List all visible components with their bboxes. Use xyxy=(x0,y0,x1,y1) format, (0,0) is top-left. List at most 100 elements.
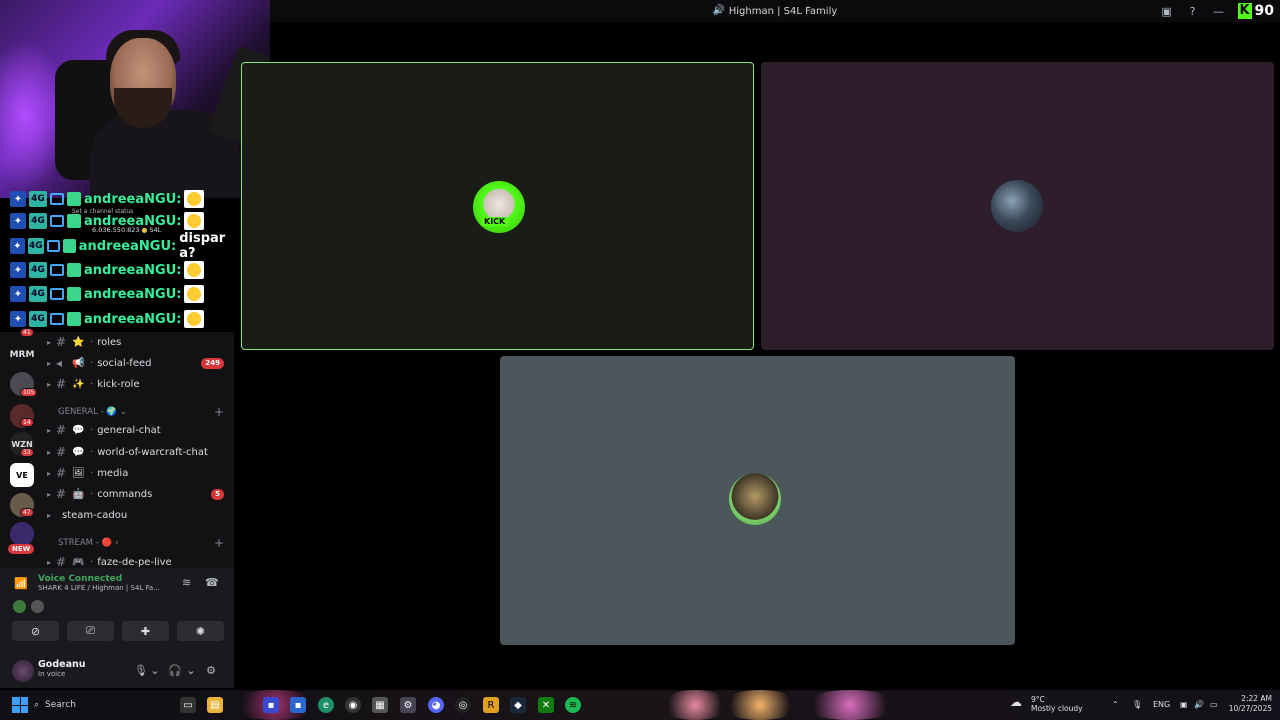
category-stream[interactable]: STREAM - 🔴 › + xyxy=(58,535,234,551)
avatar[interactable] xyxy=(12,660,34,682)
search-icon: ⌕ xyxy=(34,700,40,710)
server-rail: 41 MRM 105 14 WZN 33 VE 47 xyxy=(0,328,44,568)
volume-icon[interactable]: 🔊 xyxy=(1194,700,1204,709)
search-label: Search xyxy=(45,700,76,710)
voice-status[interactable]: Voice Connected xyxy=(38,574,122,584)
top-right-controls: ▣ ? — K 90 xyxy=(1160,0,1280,22)
server-icon[interactable] xyxy=(10,522,34,546)
chevron-up-icon[interactable]: ⌃ xyxy=(1112,700,1119,709)
windows-start-icon[interactable] xyxy=(12,697,28,713)
laughing-emote-icon xyxy=(184,261,205,279)
microphone-tray-icon[interactable]: 🎙 xyxy=(1132,700,1142,709)
channel-item-media[interactable]: ▸ # 🖼 · media xyxy=(44,463,234,483)
voice-participants xyxy=(12,599,45,614)
app-icon[interactable]: ▪ xyxy=(290,697,306,713)
voice-tile[interactable] xyxy=(500,356,1015,645)
minimize-icon[interactable]: — xyxy=(1212,4,1226,18)
battery-icon[interactable]: ▭ xyxy=(1210,700,1218,709)
channel-name: roles xyxy=(97,336,122,348)
avatar[interactable] xyxy=(12,599,27,614)
soundboard-button[interactable]: ✺ xyxy=(177,621,224,641)
help-icon[interactable]: ? xyxy=(1186,4,1200,18)
chat-message: ✦ 4G andreeaNGU: xyxy=(10,308,205,330)
category-general[interactable]: GENERAL - 🌍 ⌄ + xyxy=(58,404,234,420)
channel-item-roles[interactable]: ▸ # ⭐ · roles xyxy=(44,332,234,352)
chat-text: dispar a? xyxy=(179,231,226,261)
chat-username: andreeaNGU: xyxy=(84,262,182,278)
stream-chat-overlay: ✦ 4G andreeaNGU: Set a channel status ✦ 4G… xyxy=(0,190,240,332)
server-icon-ve[interactable]: VE xyxy=(10,463,34,487)
add-channel-icon[interactable]: + xyxy=(214,405,224,419)
kick-label: KICK xyxy=(481,217,509,226)
edge-icon[interactable]: e xyxy=(318,697,334,713)
channel-item-commands[interactable]: ▸ # 🤖 · commands 5 xyxy=(44,484,234,504)
channel-item-world-of-warcraft-chat[interactable]: ▸ # 💬 · world-of-warcraft-chat xyxy=(44,442,234,462)
username[interactable]: Godeanu xyxy=(38,659,86,670)
chat-message: ✦ 4G andreeaNGU: xyxy=(10,283,205,305)
channel-emoji: 🎮 xyxy=(72,556,85,568)
channel-item-general-chat[interactable]: ▸ # 💬 · general-chat xyxy=(44,420,234,440)
xbox-icon[interactable]: ✕ xyxy=(538,697,554,713)
overlay-number: 6.036.550.823 ● S4L xyxy=(92,226,162,234)
chevron-down-icon[interactable]: ⌄ xyxy=(148,663,162,677)
laughing-emote-icon xyxy=(184,212,205,230)
new-badge: NEW xyxy=(8,544,35,554)
cloud-icon: ☁ xyxy=(1010,695,1022,709)
microphone-icon[interactable]: 🎙 xyxy=(134,663,148,677)
app-icon[interactable]: ◎ xyxy=(455,697,471,713)
network-icon[interactable]: ▣ xyxy=(1180,700,1188,709)
activities-button[interactable]: ✚ xyxy=(122,621,169,641)
server-icon-mrm[interactable]: MRM xyxy=(10,343,35,367)
clock-time: 2:22 AM xyxy=(1241,694,1272,703)
screen-share-button[interactable]: ⎚ xyxy=(67,621,114,641)
user-panel: Godeanu In voice 🎙 ⌄ 🎧 ⌄ ⚙ xyxy=(0,656,234,688)
inbox-icon[interactable]: ▣ xyxy=(1160,4,1174,18)
server-badge: 47 xyxy=(20,508,34,517)
channel-emoji: 💬 xyxy=(72,424,85,436)
app-icon[interactable]: ▪ xyxy=(263,697,279,713)
system-clock[interactable]: 2:22 AM 10/27/2025 xyxy=(1226,694,1272,714)
headphones-icon[interactable]: 🎧 xyxy=(168,663,182,677)
category-name: GENERAL - 🌍 xyxy=(58,407,117,417)
settings-gear-icon[interactable]: ⚙ xyxy=(204,663,218,677)
channel-emoji: 💬 xyxy=(72,446,85,458)
channel-item-kick-role[interactable]: ▸ # ✨ · kick-role xyxy=(44,374,234,394)
steam-icon[interactable]: ◆ xyxy=(510,697,526,713)
taskbar-search[interactable]: ⌕ Search xyxy=(34,696,76,714)
channel-item-faze-de-pe-live[interactable]: ▸ # 🎮 · faze-de-pe-live xyxy=(44,552,234,568)
spotify-icon[interactable]: ≋ xyxy=(565,697,581,713)
laughing-emote-icon xyxy=(184,285,205,303)
disconnect-icon[interactable]: ☎ xyxy=(205,576,219,590)
rockstar-icon[interactable]: R xyxy=(483,697,499,713)
avatar xyxy=(729,473,781,525)
discord-icon[interactable]: ◕ xyxy=(428,697,444,713)
hash-icon: # xyxy=(56,335,67,349)
window-titlebar: 🔊 Highman | S4L Family xyxy=(270,0,1280,22)
app-icon[interactable]: ◉ xyxy=(345,697,361,713)
voice-tile-speaking[interactable]: KICK xyxy=(241,62,754,350)
voice-tile[interactable] xyxy=(761,62,1274,350)
app-icon[interactable]: ▦ xyxy=(372,697,388,713)
camera-off-button[interactable]: ⊘ xyxy=(12,621,59,641)
avatar[interactable] xyxy=(30,599,45,614)
user-status: In voice xyxy=(38,670,66,678)
channel-item-social-feed[interactable]: ▸ ◂ 📢 · social-feed 249 xyxy=(44,353,234,373)
channel-item-steam-cadou[interactable]: ▸ steam-cadou xyxy=(44,505,234,525)
task-view-icon[interactable]: ▭ xyxy=(180,697,196,713)
server-badge: 33 xyxy=(20,448,34,457)
file-explorer-icon[interactable]: ▤ xyxy=(207,697,223,713)
channel-name: steam-cadou xyxy=(62,509,128,521)
server-badge: 14 xyxy=(20,418,34,427)
voice-channel-path[interactable]: SHARK 4 LIFE / Highman | S4L Fa... xyxy=(38,584,160,592)
chevron-right-icon: ▸ xyxy=(46,337,51,347)
language-indicator[interactable]: ENG xyxy=(1153,700,1170,709)
laughing-emote-icon xyxy=(184,190,205,208)
channel-emoji: 🤖 xyxy=(72,488,85,500)
noise-suppression-icon[interactable]: ≋ xyxy=(182,576,196,590)
settings-icon[interactable]: ⚙ xyxy=(400,697,416,713)
weather-widget[interactable]: ☁ 9°C Mostly cloudy xyxy=(1010,695,1083,713)
chevron-down-icon[interactable]: ⌄ xyxy=(184,663,198,677)
chat-username: andreeaNGU: xyxy=(84,191,182,207)
chat-username: andreeaNGU: xyxy=(84,311,182,327)
add-channel-icon[interactable]: + xyxy=(214,536,224,550)
